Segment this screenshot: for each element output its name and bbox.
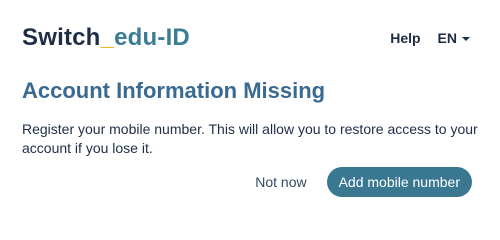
add-mobile-number-button[interactable]: Add mobile number <box>326 167 472 197</box>
header-nav: Help EN <box>390 29 470 47</box>
logo-product: edu-ID <box>114 24 190 51</box>
logo-brand: Switch <box>22 24 101 51</box>
info-message: Register your mobile number. This will a… <box>22 121 478 156</box>
switch-edu-id-logo[interactable]: Switch_edu-ID <box>22 24 190 52</box>
language-label: EN <box>437 30 457 46</box>
logo-separator: _ <box>100 24 115 51</box>
action-bar: Not now Add mobile number <box>251 167 472 197</box>
language-selector[interactable]: EN <box>438 29 470 47</box>
not-now-button[interactable]: Not now <box>251 168 310 196</box>
help-link[interactable]: Help <box>390 29 420 47</box>
page-title: Account Information Missing <box>22 78 326 103</box>
app-header: Switch_edu-ID Help EN <box>0 0 500 74</box>
caret-down-icon <box>462 36 470 41</box>
